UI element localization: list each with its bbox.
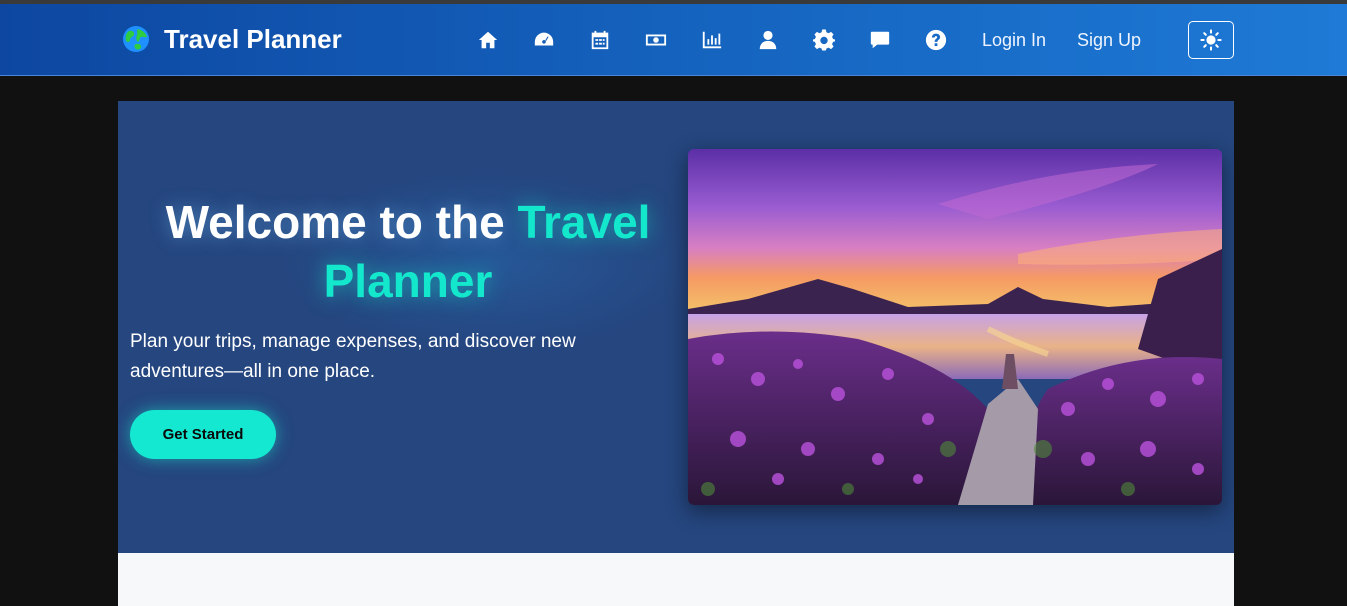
hero-title-plain: Welcome to the [165,196,518,248]
navbar: Travel Planner Login In Sign Up [0,4,1347,76]
chart-icon [702,31,722,49]
gear-icon [813,29,835,51]
hero-section: Welcome to the Travel Planner Plan your … [118,101,1234,553]
nav-help[interactable] [924,28,948,52]
hero-title: Welcome to the Travel Planner [130,193,686,311]
brand-title: Travel Planner [164,24,342,54]
login-link[interactable]: Login In [982,30,1046,50]
signup-link[interactable]: Sign Up [1077,30,1141,50]
nav-calendar[interactable] [588,28,612,52]
globe-icon [123,26,149,52]
hero-subtitle: Plan your trips, manage expenses, and di… [130,331,576,382]
user-icon [759,30,777,50]
content-section [118,553,1234,606]
chat-icon [870,31,890,49]
lake-landscape-image [688,149,1222,505]
help-icon [925,29,947,51]
dashboard-icon [534,32,554,46]
theme-toggle-button[interactable] [1188,21,1234,59]
sun-icon [1200,29,1222,51]
home-icon [478,31,498,49]
nav-messages[interactable] [868,28,892,52]
nav-expenses[interactable] [644,28,668,52]
brand[interactable]: Travel Planner [121,24,342,54]
nav-profile[interactable] [756,28,780,52]
nav-home[interactable] [476,28,500,52]
money-icon [645,34,667,46]
nav-settings[interactable] [812,28,836,52]
nav-reports[interactable] [700,28,724,52]
get-started-button[interactable]: Get Started [130,410,276,459]
nav-dashboard[interactable] [532,28,556,52]
calendar-icon [591,30,609,50]
